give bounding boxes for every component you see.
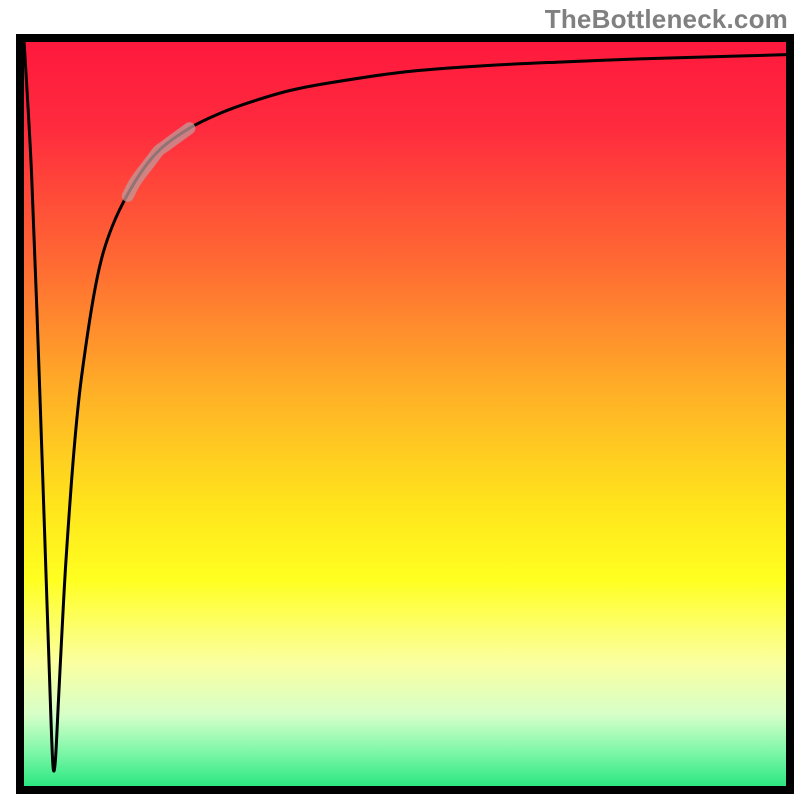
plot-background [20, 38, 790, 790]
chart-stage: TheBottleneck.com [0, 0, 800, 800]
bottleneck-chart [0, 0, 800, 800]
